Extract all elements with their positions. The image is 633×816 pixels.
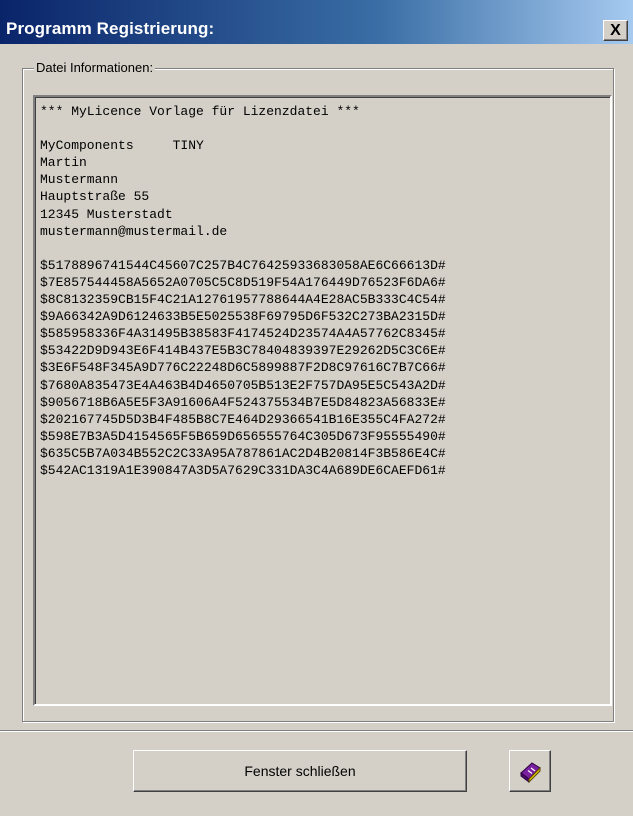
memo-line: Martin [40,155,87,171]
memo-line: $3E6F548F345A9D776C22248D6C5899887F2D8C9… [40,360,446,376]
memo-line [40,120,610,137]
memo-line: mustermann@mustermail.de [40,223,228,239]
memo-line: $635C5B7A034B552C2C33A95A787861AC2D4B208… [40,445,446,461]
title-bar[interactable]: Programm Registrierung: X [0,0,633,44]
memo-line: Hauptstraße 55 [40,189,150,205]
memo-line: $585958336F4A31495B38583F4174524D23574A4… [40,326,446,342]
memo-line: Mustermann [40,172,119,188]
window-title: Programm Registrierung: [6,19,215,38]
close-window-button[interactable]: Fenster schließen [133,750,467,792]
memo-line: $598E7B3A5D4154565F5B659D656555764C305D6… [40,428,446,444]
memo-line: $9A66342A9D6124633B5E5025538F69795D6F532… [40,309,446,325]
memo-line: $7E857544458A5652A0705C5C8D519F54A176449… [40,274,446,290]
close-icon: X [610,21,621,39]
memo-line: $202167745D5D3B4F485B8C7E464D29366541B16… [40,411,446,427]
license-text-memo[interactable]: *** MyLicence Vorlage für Lizenzdatei **… [33,95,612,706]
bottom-separator [0,730,633,732]
memo-line [40,240,610,257]
registration-window: Programm Registrierung: X Datei Informat… [0,0,633,816]
memo-line: *** MyLicence Vorlage für Lizenzdatei **… [40,104,360,119]
close-window-button-label: Fenster schließen [244,763,356,779]
file-info-group-label: Datei Informationen: [34,60,156,75]
memo-line: $5178896741544C45607C257B4C7642593368305… [40,257,446,273]
memo-line: MyComponents TINY [40,138,204,154]
memo-line: 12345 Musterstadt [40,206,173,222]
memo-line: $9056718B6A5E5F3A91606A4F524375534B7E5D8… [40,394,446,410]
close-button[interactable]: X [603,20,628,41]
help-button[interactable] [509,750,551,792]
memo-line: $53422D9D943E6F414B437E5B3C78404839397E2… [40,343,446,359]
memo-line: $8C8132359CB15F4C21A12761957788644A4E28A… [40,292,446,308]
memo-line: $7680A835473E4A463B4D4650705B513E2F757DA… [40,377,446,393]
memo-line: $542AC1319A1E390847A3D5A7629C331DA3C4A68… [40,462,446,478]
help-book-icon [516,757,544,785]
